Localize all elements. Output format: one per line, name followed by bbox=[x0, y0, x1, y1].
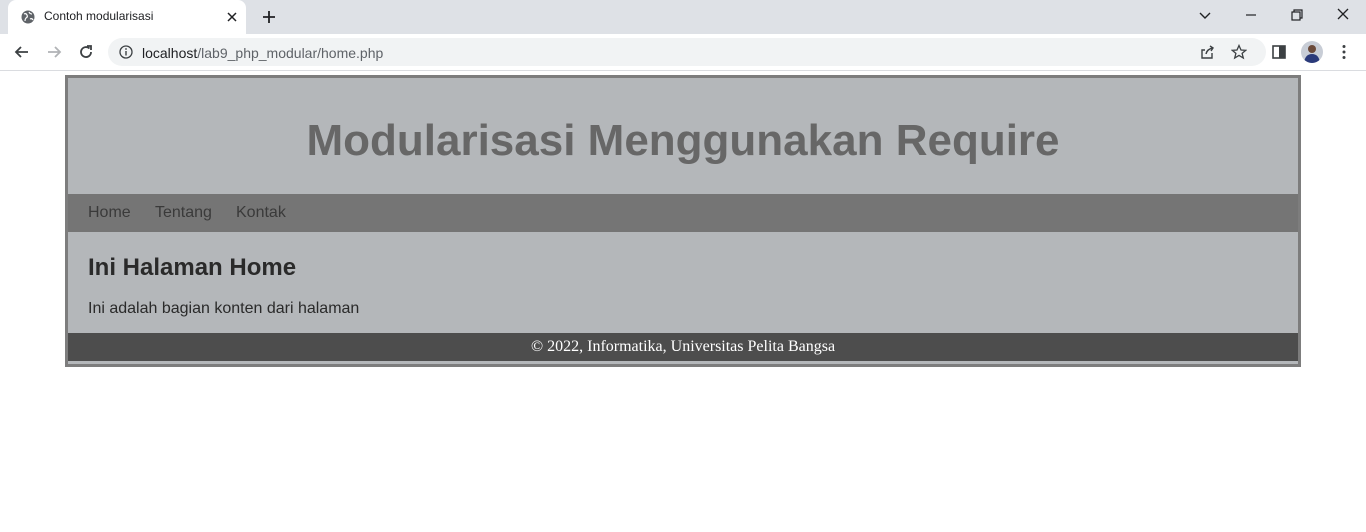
minimize-icon[interactable] bbox=[1239, 5, 1263, 27]
star-icon[interactable] bbox=[1231, 44, 1247, 60]
main-content: Ini Halaman Home Ini adalah bagian konte… bbox=[68, 232, 1298, 333]
close-window-icon[interactable] bbox=[1331, 5, 1355, 27]
nav-link-home[interactable]: Home bbox=[88, 204, 131, 222]
profile-icon bbox=[1304, 45, 1320, 63]
address-bar[interactable]: localhost/lab9_php_modular/home.php bbox=[108, 38, 1266, 66]
content-heading: Ini Halaman Home bbox=[88, 254, 297, 281]
chevron-down-icon[interactable] bbox=[1193, 5, 1217, 27]
arrow-left-icon[interactable] bbox=[13, 43, 31, 61]
arrow-right-icon[interactable] bbox=[45, 43, 63, 61]
info-icon[interactable] bbox=[119, 45, 133, 59]
tab-strip: Contoh modularisasi bbox=[0, 0, 1366, 34]
content-text: Ini adalah bagian konten dari halaman bbox=[88, 300, 360, 317]
close-icon[interactable] bbox=[224, 9, 240, 25]
kebab-menu-icon[interactable] bbox=[1335, 43, 1353, 61]
url-path: /lab9_php_modular/home.php bbox=[197, 45, 384, 61]
browser-toolbar: localhost/lab9_php_modular/home.php bbox=[0, 34, 1366, 71]
nav-link-tentang[interactable]: Tentang bbox=[155, 204, 212, 222]
browser-tab[interactable]: Contoh modularisasi bbox=[8, 0, 246, 34]
nav-link-kontak[interactable]: Kontak bbox=[236, 204, 286, 222]
page-container: Modularisasi Menggunakan Require Home Te… bbox=[65, 75, 1301, 367]
main-nav: Home Tentang Kontak bbox=[68, 194, 1298, 232]
avatar[interactable] bbox=[1301, 41, 1323, 63]
globe-icon bbox=[21, 10, 35, 24]
url-host: localhost bbox=[142, 45, 198, 61]
share-icon[interactable] bbox=[1199, 44, 1215, 60]
plus-icon[interactable] bbox=[260, 8, 278, 26]
restore-icon[interactable] bbox=[1285, 5, 1309, 27]
reload-icon[interactable] bbox=[77, 43, 95, 61]
page-title: Modularisasi Menggunakan Require bbox=[306, 116, 1060, 165]
site-header: Modularisasi Menggunakan Require bbox=[68, 78, 1298, 194]
site-footer: © 2022, Informatika, Universitas Pelita … bbox=[68, 333, 1298, 361]
side-panel-icon[interactable] bbox=[1270, 43, 1288, 61]
tab-title: Contoh modularisasi bbox=[44, 9, 154, 23]
url-text[interactable]: localhost/lab9_php_modular/home.php bbox=[142, 45, 383, 61]
footer-text: © 2022, Informatika, Universitas Pelita … bbox=[530, 338, 836, 355]
